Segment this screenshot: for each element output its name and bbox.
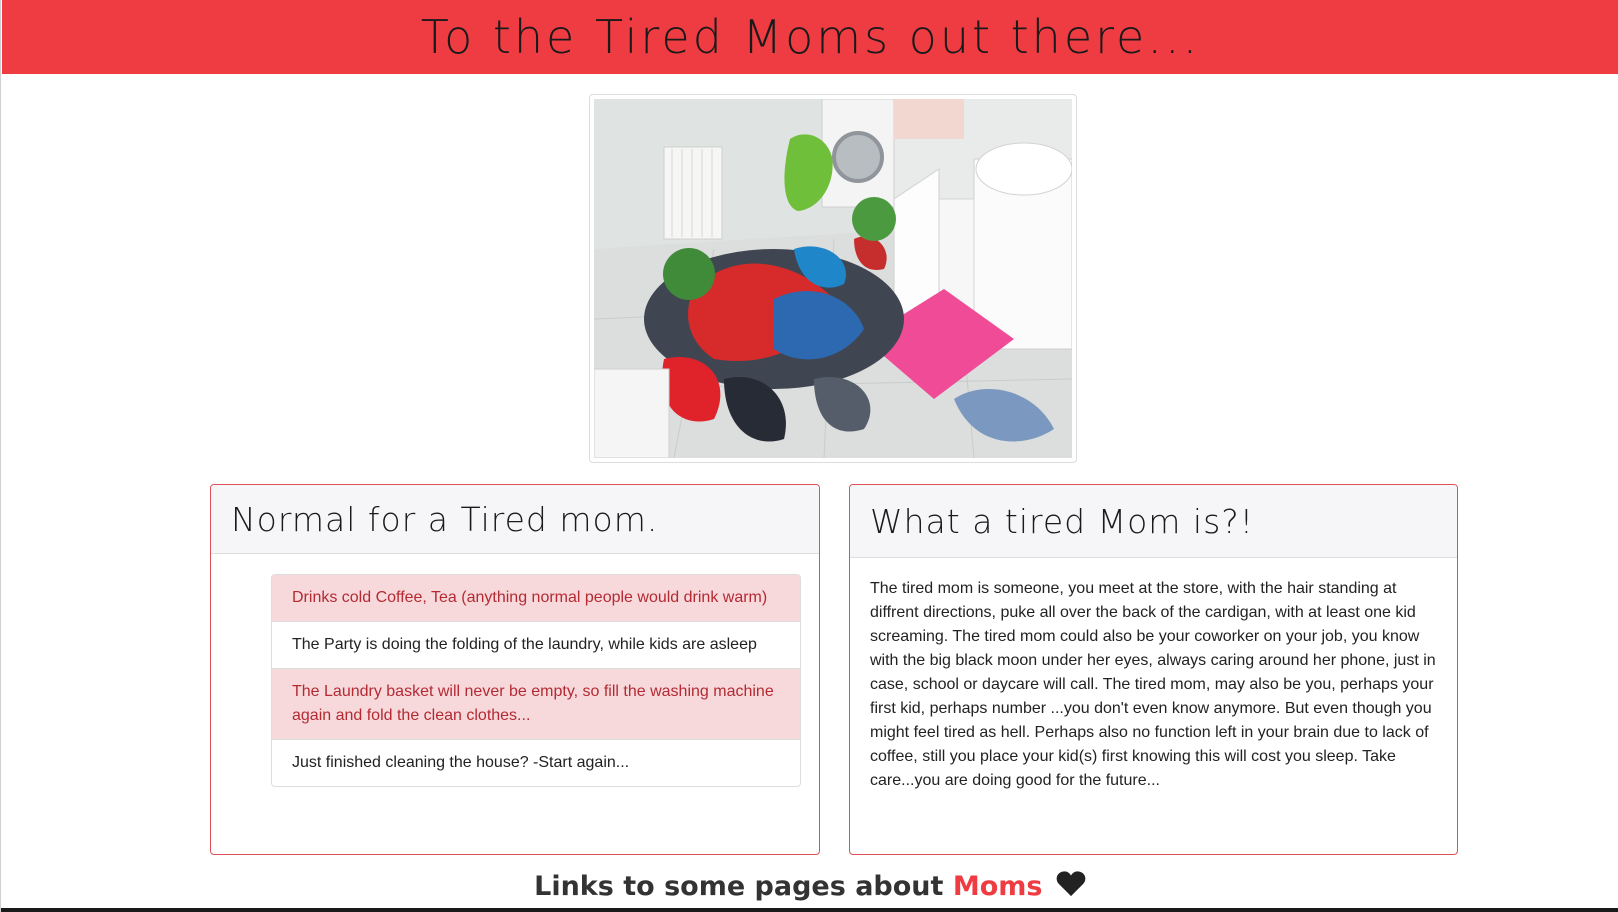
list-item: Drinks cold Coffee, Tea (anything normal… — [272, 575, 800, 622]
hero-image-frame — [589, 94, 1077, 463]
page: To the Tired Moms out there... Normal fo… — [0, 0, 1618, 912]
card-header: Normal for a Tired mom. — [211, 485, 819, 554]
card-header: What a tired Mom is?! — [850, 485, 1457, 558]
heart-icon — [1056, 870, 1086, 904]
hero-image — [594, 99, 1072, 458]
links-heading: Links to some pages about Moms — [1, 870, 1618, 904]
list-item: The Laundry basket will never be empty, … — [272, 669, 800, 740]
links-heading-accent: Moms — [952, 871, 1043, 902]
links-heading-prefix: Links to some pages about — [534, 871, 944, 902]
list-item: Just finished cleaning the house? -Start… — [272, 740, 800, 786]
card-title: Normal for a Tired mom. — [231, 499, 659, 539]
tired-mom-list: Drinks cold Coffee, Tea (anything normal… — [271, 574, 801, 787]
bottom-bar — [1, 908, 1618, 912]
normal-tired-mom-card: Normal for a Tired mom. Drinks cold Coff… — [210, 484, 820, 855]
list-item: The Party is doing the folding of the la… — [272, 622, 800, 669]
page-title: To the Tired Moms out there... — [420, 10, 1201, 64]
card-body-text: The tired mom is someone, you meet at th… — [870, 580, 1436, 789]
what-a-tired-mom-is-card: What a tired Mom is?! The tired mom is s… — [849, 484, 1458, 855]
card-title: What a tired Mom is?! — [870, 501, 1254, 541]
site-header: To the Tired Moms out there... — [2, 0, 1618, 74]
laundry-bathroom-illustration — [594, 99, 1072, 458]
